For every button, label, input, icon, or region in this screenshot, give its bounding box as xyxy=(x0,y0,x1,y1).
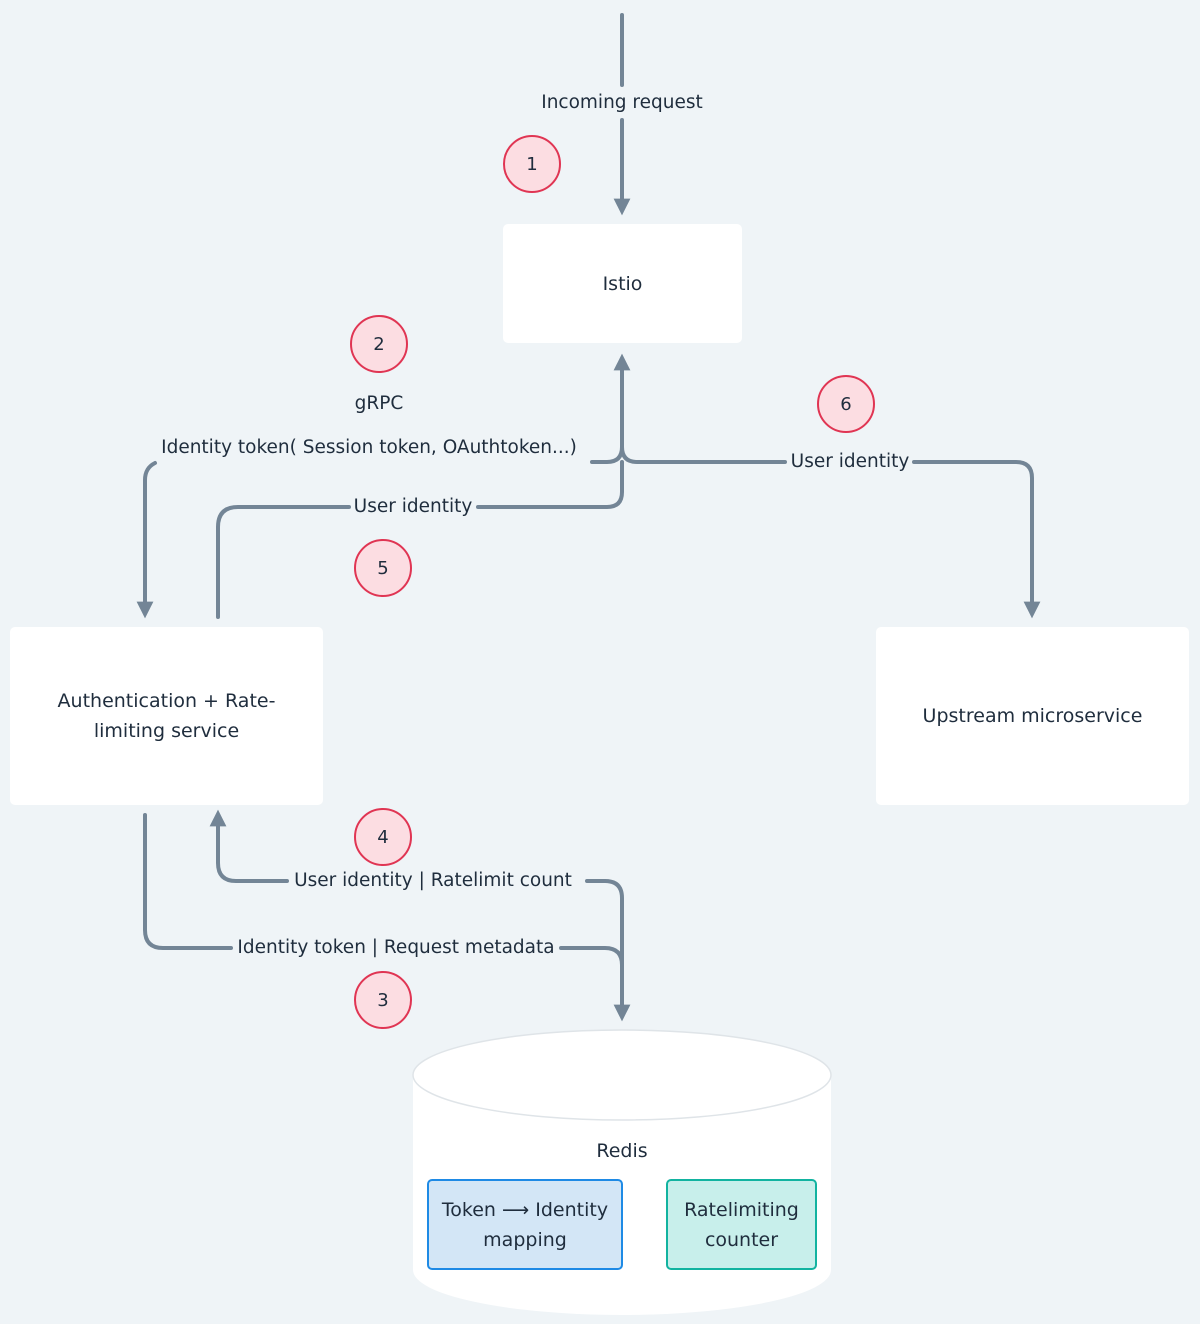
auth-service-label-line1: Authentication + Rate- xyxy=(57,690,276,712)
mapping-label-line2: mapping xyxy=(483,1228,567,1251)
token-identity-mapping-node[interactable]: Token ⟶ Identity mapping xyxy=(427,1179,623,1270)
ratelimiting-counter-node[interactable]: Ratelimiting counter xyxy=(666,1179,817,1270)
step-badge-4: 4 xyxy=(354,808,412,866)
step-badge-6: 6 xyxy=(817,375,875,433)
connector-redis-response-to-auth xyxy=(209,809,289,883)
step-badge-2: 2 xyxy=(350,315,408,373)
auth-service-label-line2: limiting service xyxy=(93,720,240,742)
step-badge-1: 1 xyxy=(503,135,561,193)
label-user-identity-to-upstream: User identity xyxy=(789,450,911,474)
label-redis-response: User identity | Ratelimit count xyxy=(293,869,573,893)
upstream-microservice-node[interactable]: Upstream microservice xyxy=(876,627,1189,805)
label-redis-request: Identity token | Request metadata xyxy=(236,936,556,960)
label-incoming-request: Incoming request xyxy=(540,91,704,115)
istio-node[interactable]: Istio xyxy=(503,224,742,343)
istio-label: Istio xyxy=(602,272,643,295)
label-user-identity-to-istio: User identity xyxy=(352,495,474,519)
label-grpc: gRPC xyxy=(353,392,405,416)
connector-istio-to-auth xyxy=(590,353,631,464)
label-identity-token-types: Identity token( Session token, OAuthtoke… xyxy=(160,436,578,460)
auth-ratelimit-service-node[interactable]: Authentication + Rate- limiting service xyxy=(10,627,323,805)
mapping-label-line1: Token ⟶ Identity xyxy=(441,1198,609,1221)
connector-istio-to-auth-left xyxy=(136,461,157,619)
counter-label-line2: counter xyxy=(704,1228,779,1251)
step-badge-5: 5 xyxy=(354,539,412,597)
upstream-label: Upstream microservice xyxy=(922,705,1143,727)
step-badge-3: 3 xyxy=(354,971,412,1029)
redis-cylinder xyxy=(412,1029,832,1315)
connector-auth-to-istio xyxy=(216,460,624,619)
counter-label-line1: Ratelimiting xyxy=(684,1198,799,1221)
redis-label: Redis xyxy=(596,1140,648,1162)
